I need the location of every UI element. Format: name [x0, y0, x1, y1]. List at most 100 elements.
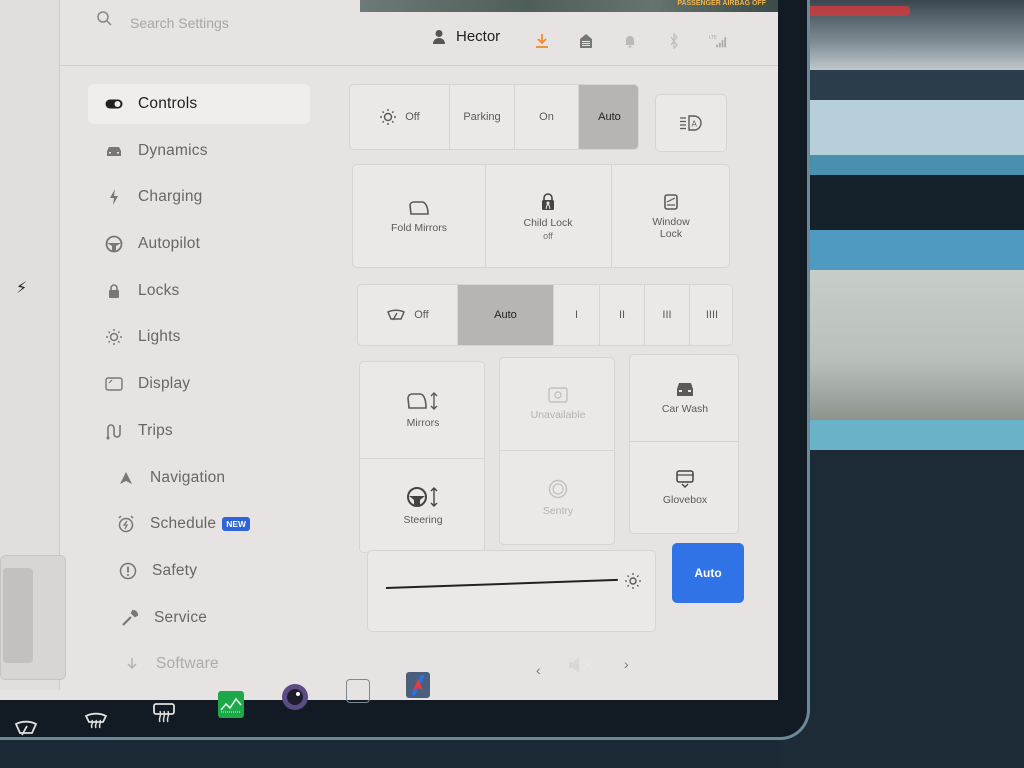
headlights-auto-label: Auto [598, 111, 621, 123]
brightness-auto-button[interactable]: Auto [672, 543, 744, 603]
sidebar-item-safety[interactable]: Safety [88, 551, 318, 591]
volume-muted-icon[interactable] [568, 656, 596, 679]
navigation-arrow-icon [116, 468, 136, 488]
sidebar-item-label: Safety [152, 561, 198, 579]
auto-high-beam-button[interactable]: A [655, 94, 727, 152]
sidebar-item-service[interactable]: Service [88, 598, 318, 638]
window-lock-button[interactable]: Window Lock [611, 165, 729, 267]
navigation-app-icon[interactable] [406, 672, 430, 698]
sidebar-item-navigation[interactable]: Navigation [88, 458, 318, 498]
sidebar-item-schedule[interactable]: Schedule NEW [88, 504, 318, 544]
sun-icon [104, 327, 124, 347]
bell-icon[interactable] [621, 32, 639, 50]
headlights-parking-label: Parking [463, 111, 501, 123]
wipers-control: Off Auto I II III IIII [357, 284, 733, 346]
window-lock-label: Window Lock [652, 216, 690, 240]
sidebar-item-dynamics[interactable]: Dynamics [88, 131, 318, 171]
settings-sidebar: Controls Dynamics Charging Autopilot Loc… [88, 84, 318, 691]
unavailable-button: Unavailable [500, 358, 614, 450]
wipers-off-button[interactable]: Off [358, 285, 458, 345]
unavailable-label: Unavailable [530, 409, 586, 421]
wipers-speed-3-button[interactable]: III [645, 285, 690, 345]
alarm-icon [116, 514, 136, 534]
mirror-icon [409, 201, 429, 215]
status-icons: LTE [533, 32, 727, 50]
sentry-button: Sentry [500, 450, 614, 544]
svg-text:LTE: LTE [709, 34, 717, 39]
wiper-icon [387, 309, 406, 321]
car-thumbnail[interactable] [0, 555, 66, 680]
headlights-parking-button[interactable]: Parking [450, 85, 515, 149]
more-apps-icon[interactable]: ••• [346, 679, 370, 703]
headlights-on-button[interactable]: On [515, 85, 579, 149]
car-wash-button[interactable]: Car Wash [630, 355, 738, 441]
car-wash-label: Car Wash [661, 403, 709, 415]
sidebar-item-lights[interactable]: Lights [88, 317, 318, 357]
mirror-adjust-icon [407, 392, 438, 410]
display-icon [104, 374, 124, 394]
front-defrost-icon[interactable] [82, 706, 110, 732]
headlights-auto-button[interactable]: Auto [579, 85, 638, 149]
sidebar-item-label: Lights [138, 328, 181, 346]
wipers-auto-button[interactable]: Auto [458, 285, 554, 345]
wipers-speed-4-button[interactable]: IIII [690, 285, 732, 345]
sidebar-item-autopilot[interactable]: Autopilot [88, 224, 318, 264]
fold-mirrors-button[interactable]: Fold Mirrors [353, 165, 485, 267]
child-lock-status: off [543, 231, 553, 241]
search-icon [97, 11, 112, 26]
headlights-off-button[interactable]: Off [350, 85, 450, 149]
sidebar-item-display[interactable]: Display [88, 364, 318, 404]
sidebar-item-trips[interactable]: Trips [88, 411, 318, 451]
headlights-off-label: Off [405, 111, 420, 123]
wrench-icon [120, 608, 140, 628]
download-icon[interactable] [533, 32, 551, 50]
wipers-auto-label: Auto [494, 309, 517, 321]
steering-wheel-icon [104, 234, 124, 254]
rear-defrost-icon[interactable] [150, 700, 178, 726]
sidebar-item-label: Trips [138, 421, 173, 439]
previous-chevron-icon[interactable]: ‹ [536, 662, 541, 678]
user-profile[interactable]: Hector [432, 28, 500, 45]
front-wiper-icon[interactable] [12, 716, 40, 740]
sidebar-item-label: Charging [138, 188, 203, 206]
sidebar-item-charging[interactable]: Charging [88, 177, 318, 217]
sidebar-item-label: Software [156, 655, 219, 673]
brightness-slider[interactable] [385, 578, 618, 589]
search-input[interactable] [130, 12, 350, 34]
headlight-icon [380, 109, 397, 125]
brightness-sun-icon [625, 573, 641, 589]
toggle-icon [104, 94, 124, 114]
sidebar-item-software[interactable]: Software [88, 644, 318, 684]
bluetooth-icon[interactable] [665, 32, 683, 50]
wipers-speed-2-button[interactable]: II [600, 285, 645, 345]
car-icon [104, 141, 124, 161]
child-lock-button[interactable]: Child Lock off [485, 165, 611, 267]
sidebar-item-label: Autopilot [138, 235, 201, 253]
glovebox-label: Glovebox [662, 494, 708, 506]
fold-mirrors-label: Fold Mirrors [390, 222, 447, 234]
exclamation-circle-icon [118, 561, 138, 581]
trips-icon [104, 421, 124, 441]
steering-adjust-button[interactable]: Steering [360, 458, 484, 552]
next-chevron-icon[interactable]: › [624, 656, 629, 672]
energy-app-icon[interactable] [218, 691, 244, 718]
sidebar-item-controls[interactable]: Controls [88, 84, 310, 124]
charging-bolt-icon: ⚡ [16, 280, 28, 297]
lte-signal-icon: LTE [709, 32, 727, 50]
download-icon [122, 654, 142, 674]
sentry-label: Sentry [542, 505, 574, 517]
sidebar-item-locks[interactable]: Locks [88, 271, 318, 311]
glovebox-icon [676, 470, 694, 488]
glovebox-button[interactable]: Glovebox [630, 441, 738, 533]
new-badge: NEW [222, 517, 251, 532]
mirrors-adjust-button[interactable]: Mirrors [360, 362, 484, 458]
steering-label: Steering [403, 514, 443, 526]
sidebar-item-label: Dynamics [138, 141, 208, 159]
adjust-group-right: Car Wash Glovebox [629, 354, 739, 534]
garage-icon[interactable] [577, 32, 595, 50]
wipers-speed-1-button[interactable]: I [554, 285, 600, 345]
brightness-slider-fill [385, 578, 618, 589]
mirrors-label: Mirrors [406, 417, 440, 429]
camera-app-icon[interactable] [282, 684, 308, 710]
camera-icon [548, 387, 568, 403]
